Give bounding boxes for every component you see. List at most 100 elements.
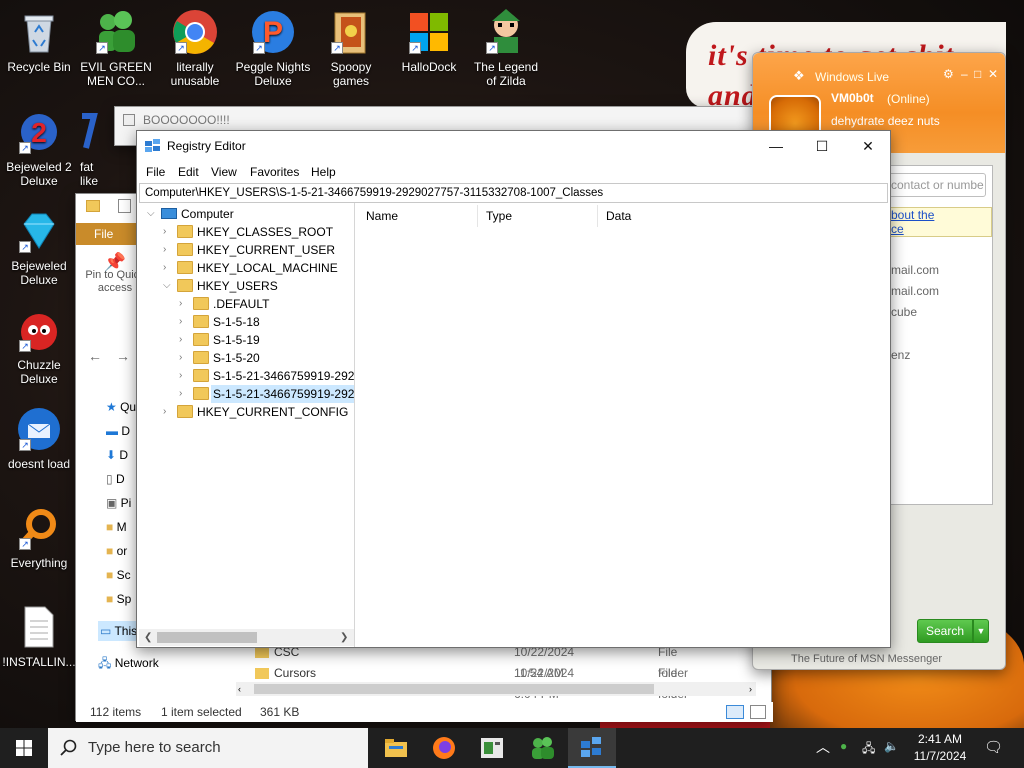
start-button[interactable]	[0, 728, 48, 768]
contact-item[interactable]: mail.com	[891, 263, 939, 277]
large-icons-view-icon[interactable]	[750, 705, 766, 719]
desktop-icon-thunderbird[interactable]: ↗ doesnt load	[1, 405, 77, 471]
desktop-icon-bejeweled[interactable]: ↗ Bejeweled Deluxe	[1, 207, 77, 287]
close-icon[interactable]: ✕	[988, 67, 998, 81]
minimize-icon[interactable]: —	[753, 131, 799, 161]
nav-item[interactable]: ■ M	[106, 517, 127, 537]
chevron-right-icon[interactable]: ›	[179, 331, 191, 349]
taskbar-clock[interactable]: 2:41 AM 11/7/2024	[902, 731, 978, 765]
registry-editor-window[interactable]: Registry Editor — ☐ ✕ File Edit View Fav…	[136, 130, 891, 648]
chevron-right-icon[interactable]: ›	[179, 367, 191, 385]
chevron-up-icon[interactable]: ︿	[816, 737, 830, 757]
menu-favorites[interactable]: Favorites	[250, 165, 299, 179]
tree-hscrollbar[interactable]: ❮ ❯	[139, 629, 354, 646]
close-icon[interactable]: ✕	[845, 131, 891, 161]
search-button[interactable]: Search	[917, 619, 973, 643]
maximize-icon[interactable]: □	[974, 67, 981, 81]
network-icon[interactable]: 🖧	[862, 739, 875, 760]
ad-banner[interactable]: bout the ce	[886, 207, 992, 237]
user-status[interactable]: (Online)	[887, 92, 930, 106]
desktop-icon-chrome[interactable]: ↗ literally unusable	[157, 8, 233, 88]
column-type[interactable]: Type	[478, 205, 598, 227]
chevron-right-icon[interactable]: ›	[179, 349, 191, 367]
value-list[interactable]	[358, 227, 888, 645]
chevron-right-icon[interactable]: ›	[179, 313, 191, 331]
ad-line[interactable]: ce	[891, 222, 991, 236]
maximize-icon[interactable]: ☐	[799, 131, 845, 161]
scroll-left-icon[interactable]: ‹	[238, 682, 241, 696]
contact-search-input[interactable]: contact or numbe	[886, 173, 986, 197]
scroll-left-icon[interactable]: ❮	[144, 629, 152, 646]
column-data[interactable]: Data	[598, 205, 718, 227]
contact-item[interactable]: enz	[891, 348, 910, 362]
nav-item[interactable]: ▬ D	[106, 421, 130, 441]
user-display-name[interactable]: VM0b0t	[831, 91, 874, 105]
file-list-hscrollbar[interactable]: ‹ ›	[236, 682, 756, 696]
contact-item[interactable]: cube	[891, 305, 917, 319]
desktop-icon-hallodock[interactable]: ↗ HalloDock	[391, 8, 467, 74]
desktop-icon-recycle-bin[interactable]: Recycle Bin	[1, 8, 77, 74]
taskbar-regedit[interactable]	[568, 728, 616, 768]
chevron-right-icon[interactable]: ›	[163, 241, 175, 259]
nav-item[interactable]: ⬇ D	[106, 445, 128, 465]
messenger-tray-icon[interactable]: ●	[840, 739, 847, 753]
notification-icon[interactable]: 🗨	[984, 738, 1003, 756]
menu-view[interactable]: View	[211, 165, 237, 179]
desktop-icon-everything[interactable]: ↗ Everything	[1, 504, 77, 570]
desktop-icon-fat-like[interactable]: fat like	[62, 108, 112, 188]
menu-edit[interactable]: Edit	[178, 165, 199, 179]
desktop-icon-evil-green-men[interactable]: ↗ EVIL GREEN MEN CO...	[78, 8, 154, 88]
taskbar-file-explorer[interactable]	[372, 728, 420, 768]
personal-message[interactable]: dehydrate deez nuts	[831, 114, 940, 128]
scroll-thumb[interactable]	[254, 684, 654, 694]
nav-label: D	[121, 424, 131, 438]
chevron-down-icon[interactable]: ⌵	[163, 277, 175, 295]
chevron-right-icon[interactable]: ›	[163, 259, 175, 277]
properties-icon[interactable]	[118, 199, 131, 213]
menu-help[interactable]: Help	[311, 165, 336, 179]
title-bar[interactable]: Registry Editor — ☐ ✕	[137, 131, 890, 161]
ad-line[interactable]: bout the	[891, 208, 991, 222]
desktop-icon-spoopy-games[interactable]: ↗ Spoopy games	[313, 8, 389, 88]
volume-icon[interactable]: 🔈	[884, 739, 899, 753]
chevron-right-icon[interactable]: ›	[163, 403, 175, 421]
contact-item[interactable]: mail.com	[891, 284, 939, 298]
messenger-menu-icon[interactable]: ⚙	[943, 67, 954, 81]
desktop-icon-installing-file[interactable]: !INSTALLIN...	[1, 603, 77, 669]
ribbon-file-tab[interactable]: File	[76, 223, 138, 245]
desktop-icon-peggle[interactable]: P ↗ Peggle Nights Deluxe	[235, 8, 311, 88]
minimize-icon[interactable]: –	[961, 67, 968, 81]
nav-item[interactable]: ▣ Pi	[106, 493, 131, 513]
status-size: 361 KB	[260, 705, 300, 719]
svg-text:P: P	[263, 16, 283, 49]
folder-icon	[193, 351, 209, 364]
desktop-icon-zilda[interactable]: ↗ The Legend of Zilda	[468, 8, 544, 88]
chevron-down-icon[interactable]: ⌵	[147, 205, 159, 223]
taskbar-search-box[interactable]: Type here to search	[48, 728, 368, 768]
search-dropdown-icon[interactable]: ▼	[973, 619, 989, 643]
scroll-right-icon[interactable]: ❯	[340, 629, 348, 646]
nav-label: Pi	[120, 496, 132, 510]
taskbar-messenger[interactable]	[518, 728, 566, 768]
chevron-right-icon[interactable]: ›	[163, 223, 175, 241]
scroll-right-icon[interactable]: ›	[749, 682, 752, 696]
chevron-right-icon[interactable]: ›	[179, 295, 191, 313]
address-bar[interactable]: Computer\HKEY_USERS\S-1-5-21-3466759919-…	[139, 183, 888, 203]
folder-icon	[86, 200, 100, 212]
back-arrow-icon[interactable]: ←	[88, 348, 116, 364]
taskbar-firefox[interactable]	[420, 728, 468, 768]
taskbar-app[interactable]	[468, 728, 516, 768]
nav-item[interactable]: ■ Sp	[106, 589, 131, 609]
chevron-right-icon[interactable]: ›	[179, 385, 191, 403]
details-view-icon[interactable]	[726, 705, 744, 719]
desktop-icon-chuzzle[interactable]: ↗ Chuzzle Deluxe	[1, 306, 77, 386]
nav-quick-access[interactable]: ★ Qui	[106, 397, 139, 417]
nav-item[interactable]: ▯ D	[106, 469, 125, 489]
column-name[interactable]: Name	[358, 205, 478, 227]
nav-network[interactable]: 🖧 Network	[98, 653, 159, 673]
nav-item[interactable]: ■ or	[106, 541, 127, 561]
menu-file[interactable]: File	[146, 165, 165, 179]
nav-label: Network	[114, 656, 159, 670]
nav-item[interactable]: ■ Sc	[106, 565, 131, 585]
scroll-thumb[interactable]	[157, 632, 257, 643]
